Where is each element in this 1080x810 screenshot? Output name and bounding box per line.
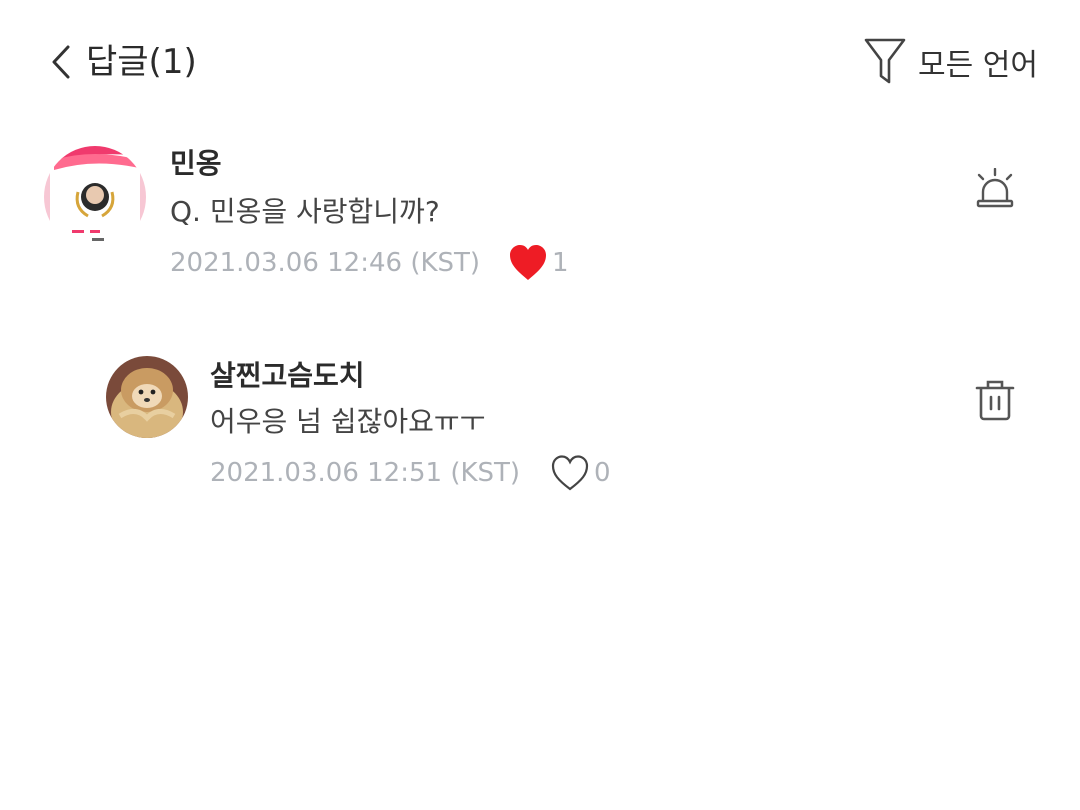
comment-timestamp: 2021.03.06 12:46 (KST) xyxy=(170,248,481,278)
back-button[interactable] xyxy=(42,40,82,84)
comment-username[interactable]: 민옹 xyxy=(170,142,222,182)
profile-badge-image xyxy=(44,146,146,248)
report-button[interactable] xyxy=(974,167,1016,210)
filter-funnel-icon xyxy=(864,38,906,84)
heart-filled-icon xyxy=(510,245,546,280)
filter-label: 모든 언어 xyxy=(918,48,1038,83)
comment-text: Q. 민옹을 사랑합니까? xyxy=(170,195,440,228)
page-title: 답글(1) xyxy=(86,42,197,82)
trash-icon xyxy=(975,380,1015,421)
reply-username[interactable]: 살찐고슴도치 xyxy=(210,354,365,394)
reply-text: 어우응 넘 쉽잖아요ㅠㅜ xyxy=(210,405,486,438)
like-button[interactable]: 1 xyxy=(508,244,569,282)
chevron-left-icon xyxy=(52,45,70,79)
like-button[interactable]: 0 xyxy=(550,454,611,492)
like-count: 1 xyxy=(552,248,569,278)
delete-button[interactable] xyxy=(974,378,1016,422)
report-siren-icon xyxy=(976,167,1014,208)
hedgehog-photo xyxy=(106,356,188,438)
heart-outline-icon xyxy=(551,455,589,491)
like-count: 0 xyxy=(594,458,611,488)
avatar[interactable] xyxy=(44,146,146,248)
reply-timestamp: 2021.03.06 12:51 (KST) xyxy=(210,458,521,488)
avatar[interactable] xyxy=(106,356,188,438)
language-filter-button[interactable]: 모든 언어 xyxy=(862,34,1038,90)
